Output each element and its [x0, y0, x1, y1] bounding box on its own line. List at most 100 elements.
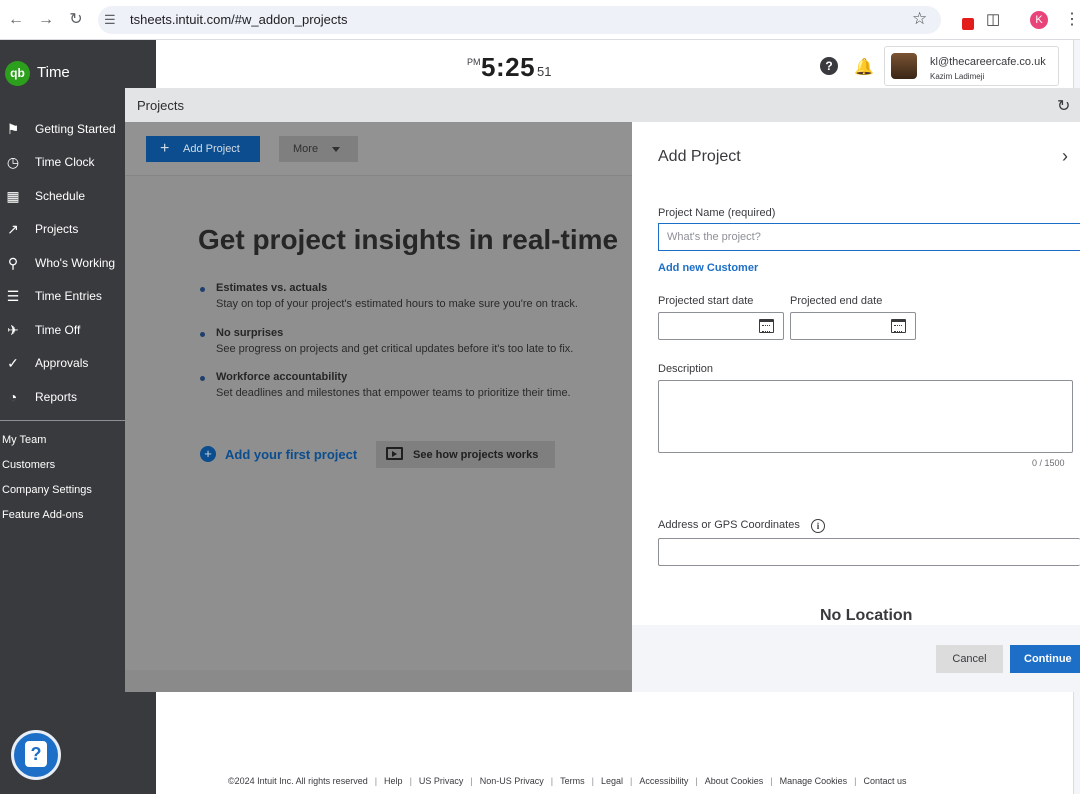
avatar	[891, 53, 917, 79]
bullet-dot	[200, 287, 205, 292]
sidebar-link-my-team[interactable]: My Team	[2, 434, 46, 446]
sidebar-item-label: Schedule	[35, 189, 86, 203]
pie-chart-icon: ◔	[8, 389, 18, 405]
refresh-icon[interactable]: ↻	[1057, 96, 1070, 116]
drawer-footer: Cancel Continue	[632, 625, 1080, 692]
bullet-dot	[200, 376, 205, 381]
footer-link-manage-cookies[interactable]: Manage Cookies	[780, 776, 848, 786]
project-name-input[interactable]	[658, 223, 1080, 251]
map-pin-icon: ⚲	[7, 255, 19, 271]
profile-avatar[interactable]: K	[1030, 11, 1048, 29]
app-name: Time	[37, 64, 70, 81]
clock-icon: ◷	[6, 154, 20, 170]
add-first-project-link[interactable]: Add your first project	[225, 447, 357, 462]
back-icon[interactable]: ←	[6, 10, 26, 30]
start-date-field[interactable]	[658, 312, 784, 340]
address-label: Address or GPS Coordinates	[658, 519, 800, 531]
help-question-icon: ?	[25, 741, 47, 767]
footer-link-accessibility[interactable]: Accessibility	[639, 776, 688, 786]
scrollbar-top	[1073, 40, 1080, 88]
bullet-title: Workforce accountability	[216, 371, 348, 383]
drawer-title: Add Project	[658, 148, 741, 165]
sidebar-item-label: Getting Started	[35, 122, 116, 136]
add-project-button[interactable]: + Add Project	[146, 136, 260, 162]
footer-link-us-privacy[interactable]: US Privacy	[419, 776, 464, 786]
see-how-label: See how projects works	[413, 449, 539, 461]
sidebar-item-label: Approvals	[35, 356, 89, 370]
bookmark-star-icon[interactable]: ☆	[912, 9, 927, 29]
add-new-customer-link[interactable]: Add new Customer	[658, 262, 758, 274]
info-icon[interactable]: i	[811, 519, 825, 533]
user-menu[interactable]: kl@thecareercafe.co.uk Kazim Ladimeji	[884, 46, 1059, 86]
site-settings-icon[interactable]: ☰	[104, 12, 116, 28]
footer-link-legal[interactable]: Legal	[601, 776, 623, 786]
help-chat-button[interactable]: ?	[11, 730, 61, 780]
calendar-icon: ▦	[6, 188, 20, 204]
copyright-text: ©2024 Intuit Inc. All rights reserved	[228, 776, 368, 786]
footer-link-contact-us[interactable]: Contact us	[863, 776, 906, 786]
flag-icon: ⚑	[6, 121, 20, 137]
bell-icon[interactable]: 🔔	[854, 57, 874, 77]
url-text[interactable]: tsheets.intuit.com/#w_addon_projects	[130, 12, 348, 27]
sidebar-link-customers[interactable]: Customers	[2, 459, 55, 471]
calendar-icon[interactable]	[891, 319, 906, 333]
extensions-puzzle-icon[interactable]: ◫	[986, 10, 1000, 28]
qb-logo-icon: qb	[5, 61, 30, 86]
continue-button[interactable]: Continue	[1010, 645, 1080, 673]
cancel-button[interactable]: Cancel	[936, 645, 1003, 673]
bullet-title: No surprises	[216, 327, 284, 339]
sidebar-item-label: Who's Working	[35, 256, 116, 270]
help-icon[interactable]: ?	[820, 57, 838, 75]
close-chevron-icon[interactable]: ›	[1062, 146, 1068, 167]
clock-seconds: 51	[537, 64, 552, 79]
add-circle-icon[interactable]: +	[200, 446, 216, 462]
end-date-field[interactable]	[790, 312, 916, 340]
clock-time: 5:25	[481, 52, 536, 82]
insights-headline: Get project insights in real-time	[198, 224, 619, 255]
footer-link-help[interactable]: Help	[384, 776, 403, 786]
bullet-desc: Set deadlines and milestones that empowe…	[216, 387, 571, 399]
calendar-icon[interactable]	[759, 319, 774, 333]
list-clock-icon: ☰	[6, 288, 20, 304]
caret-down-icon	[332, 147, 340, 152]
sidebar-item-label: Time Entries	[35, 289, 102, 303]
add-project-drawer: Add Project › Project Name (required) Ad…	[632, 122, 1080, 692]
see-how-projects-button[interactable]: See how projects works	[376, 441, 555, 468]
more-dropdown-button[interactable]: More	[279, 136, 358, 162]
bullet-dot	[200, 332, 205, 337]
content-bottom-strip	[125, 670, 632, 692]
sidebar-link-company-settings[interactable]: Company Settings	[2, 484, 92, 496]
scrollbar[interactable]	[1073, 692, 1080, 794]
project-name-label: Project Name (required)	[658, 207, 776, 219]
projects-title-bar: Projects ↻	[125, 88, 1080, 122]
add-project-label: Add Project	[183, 143, 240, 155]
footer-link-terms[interactable]: Terms	[560, 776, 585, 786]
extension-icon[interactable]	[962, 18, 974, 30]
browser-toolbar: ← → ↻ ☰ tsheets.intuit.com/#w_addon_proj…	[0, 0, 1080, 40]
start-date-label: Projected start date	[658, 295, 754, 307]
page-title: Projects	[137, 98, 184, 113]
browser-menu-icon[interactable]: ⋮	[1064, 9, 1080, 29]
clock-ampm: PM	[467, 57, 481, 67]
reload-icon[interactable]: ↻	[66, 10, 86, 30]
page-footer: ©2024 Intuit Inc. All rights reserved | He…	[228, 776, 907, 786]
video-play-icon	[386, 447, 403, 460]
bullet-desc: See progress on projects and get critica…	[216, 343, 574, 355]
footer-link-non-us-privacy[interactable]: Non-US Privacy	[480, 776, 544, 786]
bullet-desc: Stay on top of your project's estimated …	[216, 298, 578, 310]
sidebar-item-label: Time Clock	[35, 155, 95, 169]
sidebar-link-feature-addons[interactable]: Feature Add-ons	[2, 509, 83, 521]
description-textarea[interactable]	[658, 380, 1073, 453]
trend-icon: ↗	[7, 221, 19, 237]
footer-link-about-cookies[interactable]: About Cookies	[705, 776, 764, 786]
projects-content-overlay: + Add Project More Get project insights …	[125, 122, 632, 692]
address-input[interactable]	[658, 538, 1080, 566]
plus-icon: +	[160, 140, 170, 157]
user-email: kl@thecareercafe.co.uk	[930, 56, 1046, 68]
description-label: Description	[658, 363, 714, 375]
plane-icon: ✈	[7, 322, 19, 338]
double-check-icon: ✓	[7, 355, 19, 371]
forward-icon[interactable]: →	[36, 10, 56, 30]
sidebar-item-label: Time Off	[35, 323, 81, 337]
sidebar-item-label: Projects	[35, 222, 79, 236]
